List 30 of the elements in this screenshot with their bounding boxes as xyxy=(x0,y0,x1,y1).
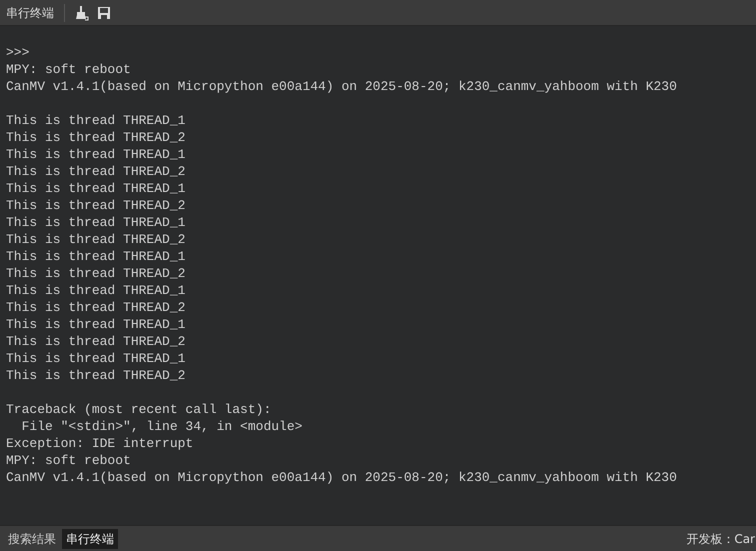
terminal-line: Traceback (most recent call last): xyxy=(6,401,272,418)
terminal-line: This is thread THREAD_1 xyxy=(6,248,186,265)
board-status: 开发板：Car xyxy=(686,530,755,548)
terminal-line: This is thread THREAD_2 xyxy=(6,231,186,248)
terminal-line: CanMV v1.4.1(based on Micropython e00a144) on 2025-08-20; k230_canmv_yahboom with K230 xyxy=(6,469,677,486)
terminal-line: File "<stdin>", line 34, in <module> xyxy=(20,418,302,435)
terminal-line: This is thread THREAD_1 xyxy=(6,282,186,299)
terminal-line: This is thread THREAD_2 xyxy=(6,299,186,316)
terminal-line: This is thread THREAD_1 xyxy=(6,350,186,367)
terminal-line: This is thread THREAD_2 xyxy=(6,129,186,146)
terminal-line: This is thread THREAD_1 xyxy=(6,112,186,129)
panel-title: 串行终端 xyxy=(5,4,55,22)
bottom-tab[interactable]: 搜索结果 xyxy=(4,528,60,548)
terminal-line: CanMV v1.4.1(based on Micropython e00a144) on 2025-08-20; k230_canmv_yahboom with K230 xyxy=(6,78,677,95)
terminal-line: This is thread THREAD_2 xyxy=(6,197,186,214)
terminal-line: This is thread THREAD_1 xyxy=(6,214,186,231)
save-icon[interactable] xyxy=(97,6,111,20)
terminal-line: This is thread THREAD_2 xyxy=(6,265,186,282)
terminal-line: This is thread THREAD_2 xyxy=(6,163,186,180)
terminal-line: Exception: IDE interrupt xyxy=(6,435,194,452)
broom-icon[interactable] xyxy=(73,4,89,20)
terminal-line: This is thread THREAD_1 xyxy=(6,180,186,197)
terminal-line: This is thread THREAD_2 xyxy=(6,333,186,350)
terminal-line: MPY: soft reboot xyxy=(6,452,131,469)
terminal-line: This is thread THREAD_1 xyxy=(6,146,186,163)
terminal-line: This is thread THREAD_2 xyxy=(6,367,186,384)
bottom-tab[interactable]: 串行终端 xyxy=(62,528,118,548)
terminal-line: This is thread THREAD_1 xyxy=(6,316,186,333)
terminal-line: >>> xyxy=(6,44,30,61)
terminal-line: MPY: soft reboot xyxy=(6,61,131,78)
